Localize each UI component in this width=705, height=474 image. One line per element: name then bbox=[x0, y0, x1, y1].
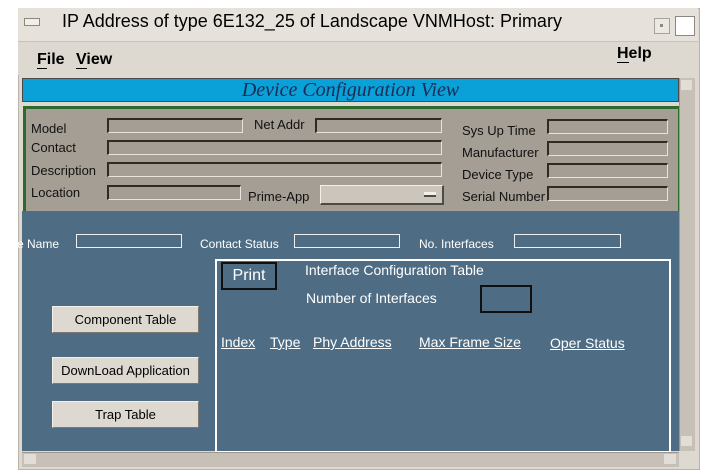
sys-up-time-label: Sys Up Time bbox=[462, 123, 536, 138]
contact-status-field[interactable] bbox=[294, 234, 400, 248]
scroll-right-icon[interactable] bbox=[664, 454, 676, 464]
prime-app-dropdown[interactable] bbox=[320, 185, 444, 205]
help-mnemonic-underline bbox=[617, 62, 629, 63]
name-label: e Name bbox=[17, 237, 60, 251]
view-mnemonic-underline bbox=[76, 68, 87, 69]
menu-help-label: Help bbox=[617, 45, 652, 62]
horizontal-scrollbar[interactable] bbox=[22, 452, 679, 467]
device-type-label: Device Type bbox=[462, 167, 534, 182]
trap-table-button[interactable]: Trap Table bbox=[52, 401, 199, 428]
column-header-type[interactable]: Type bbox=[270, 334, 300, 350]
contact-status-label: Contact Status bbox=[200, 237, 279, 251]
contact-field[interactable] bbox=[107, 140, 442, 155]
interface-table-title: Interface Configuration Table bbox=[305, 262, 484, 278]
vertical-scrollbar[interactable] bbox=[679, 78, 695, 451]
window-title: IP Address of type 6E132_25 of Landscape… bbox=[62, 11, 562, 31]
download-application-button[interactable]: DownLoad Application bbox=[52, 357, 199, 384]
prime-app-label: Prime-App bbox=[248, 189, 310, 204]
menu-help[interactable]: Help bbox=[617, 45, 652, 63]
name-field[interactable] bbox=[76, 234, 182, 248]
location-label: Location bbox=[31, 185, 81, 200]
column-header-phy-address[interactable]: Phy Address bbox=[313, 334, 392, 350]
menu-bar bbox=[18, 42, 698, 75]
device-type-field[interactable] bbox=[547, 163, 668, 178]
view-banner: Device Configuration View bbox=[22, 78, 679, 102]
interface-table-panel bbox=[215, 259, 671, 453]
net-addr-label: Net Addr bbox=[254, 117, 305, 132]
menu-file[interactable]: File bbox=[37, 51, 65, 69]
menu-view[interactable]: View bbox=[76, 51, 112, 69]
window-menu-icon[interactable] bbox=[24, 18, 40, 26]
column-header-index[interactable]: Index bbox=[221, 334, 255, 350]
number-of-interfaces-field[interactable] bbox=[480, 285, 532, 313]
description-field[interactable] bbox=[107, 162, 442, 177]
num-interfaces-field[interactable] bbox=[514, 234, 621, 248]
manufacturer-label: Manufacturer bbox=[462, 145, 539, 160]
column-header-max-frame-size[interactable]: Max Frame Size bbox=[419, 334, 521, 350]
column-header-oper-status[interactable]: Oper Status bbox=[550, 335, 625, 351]
minimize-icon[interactable] bbox=[654, 18, 670, 34]
scroll-down-icon[interactable] bbox=[681, 436, 692, 446]
manufacturer-field[interactable] bbox=[547, 141, 668, 156]
scrollbar-corner bbox=[679, 452, 694, 466]
number-of-interfaces-label: Number of Interfaces bbox=[306, 290, 437, 306]
contact-label: Contact bbox=[31, 140, 76, 155]
location-field[interactable] bbox=[107, 185, 241, 200]
description-label: Description bbox=[31, 163, 97, 178]
dropdown-arrow-icon bbox=[424, 192, 436, 197]
sys-up-time-field[interactable] bbox=[547, 119, 668, 134]
file-mnemonic-underline bbox=[37, 68, 47, 69]
model-label: Model bbox=[31, 121, 67, 136]
menu-view-label: View bbox=[76, 51, 113, 68]
component-table-button[interactable]: Component Table bbox=[52, 306, 199, 333]
print-button[interactable]: Print bbox=[221, 262, 277, 290]
scroll-up-icon[interactable] bbox=[681, 80, 692, 90]
maximize-icon[interactable] bbox=[675, 16, 695, 36]
serial-number-field[interactable] bbox=[547, 186, 668, 201]
num-interfaces-label: No. Interfaces bbox=[419, 237, 494, 251]
model-field[interactable] bbox=[107, 118, 243, 133]
scroll-left-icon[interactable] bbox=[24, 454, 36, 464]
menu-file-label: File bbox=[37, 51, 65, 68]
serial-number-label: Serial Number bbox=[462, 189, 546, 204]
net-addr-field[interactable] bbox=[315, 118, 442, 133]
